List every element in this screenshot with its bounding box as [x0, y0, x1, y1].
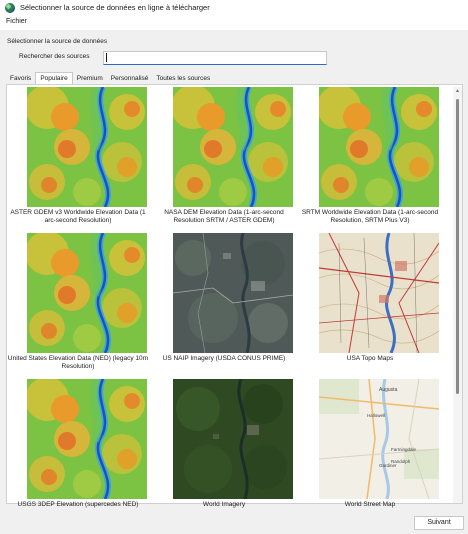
next-button[interactable]: Suivant	[414, 516, 464, 530]
search-input[interactable]	[103, 51, 327, 65]
source-label: SRTM Worldwide Elevation Data (1-arc-sec…	[301, 209, 439, 224]
scrollbar-thumb[interactable]	[456, 99, 459, 394]
source-label: USGS 3DEP Elevation (supercedes NED)	[17, 501, 139, 508]
street-map-label: Hallowell	[367, 413, 385, 418]
elevation-map-thumbnail	[27, 233, 147, 353]
elevation-map-thumbnail	[27, 87, 147, 207]
menu-file[interactable]: Fichier	[4, 18, 29, 25]
source-label: NASA DEM Elevation Data (1-arc-second Re…	[164, 209, 284, 224]
topo-map-thumbnail	[319, 233, 439, 353]
source-label: World Street Map	[344, 501, 396, 508]
title-bar: Sélectionner la source de données en lig…	[0, 0, 468, 16]
dialog-body: Sélectionner la source de données Recher…	[0, 30, 468, 534]
street-map-label: Augusta	[379, 387, 398, 393]
vertical-scrollbar[interactable]: ▲	[453, 87, 462, 503]
street-map-thumbnail: Augusta Hallowell Farmingdale Gardiner R…	[319, 379, 439, 499]
elevation-map-thumbnail	[27, 379, 147, 499]
window-title: Sélectionner la source de données en lig…	[20, 3, 210, 12]
source-label: USA Topo Maps	[346, 355, 394, 362]
tab-personnalise[interactable]: Personnalisé	[107, 73, 153, 84]
globe-app-icon	[5, 3, 15, 13]
sources-panel: ASTER GDEM v3 Worldwide Elevation Data (…	[6, 84, 463, 508]
search-label: Rechercher des sources	[19, 53, 90, 60]
elevation-map-thumbnail	[173, 87, 293, 207]
source-label: ASTER GDEM v3 Worldwide Elevation Data (…	[10, 209, 146, 224]
source-label: United States Elevation Data (NED) (lega…	[7, 355, 149, 370]
source-label: World Imagery	[202, 501, 246, 508]
street-map-label: Farmingdale	[391, 447, 417, 452]
elevation-map-thumbnail	[319, 87, 439, 207]
text-caret	[106, 53, 107, 62]
tab-bar: Favoris Populaire Premium Personnalisé T…	[6, 72, 214, 84]
menu-bar: Fichier	[0, 16, 468, 30]
section-label: Sélectionner la source de données	[7, 38, 108, 45]
tab-favoris[interactable]: Favoris	[6, 73, 35, 84]
street-map-label: Randolph	[391, 459, 411, 464]
scroll-up-icon[interactable]: ▲	[454, 88, 461, 95]
tab-toutes-les-sources[interactable]: Toutes les sources	[152, 73, 214, 84]
source-label: US NAIP Imagery (USDA CONUS PRIME)	[162, 355, 286, 362]
satellite-imagery-thumbnail	[173, 379, 293, 499]
aerial-imagery-thumbnail	[173, 233, 293, 353]
tab-populaire[interactable]: Populaire	[35, 72, 73, 84]
tab-premium[interactable]: Premium	[73, 73, 107, 84]
